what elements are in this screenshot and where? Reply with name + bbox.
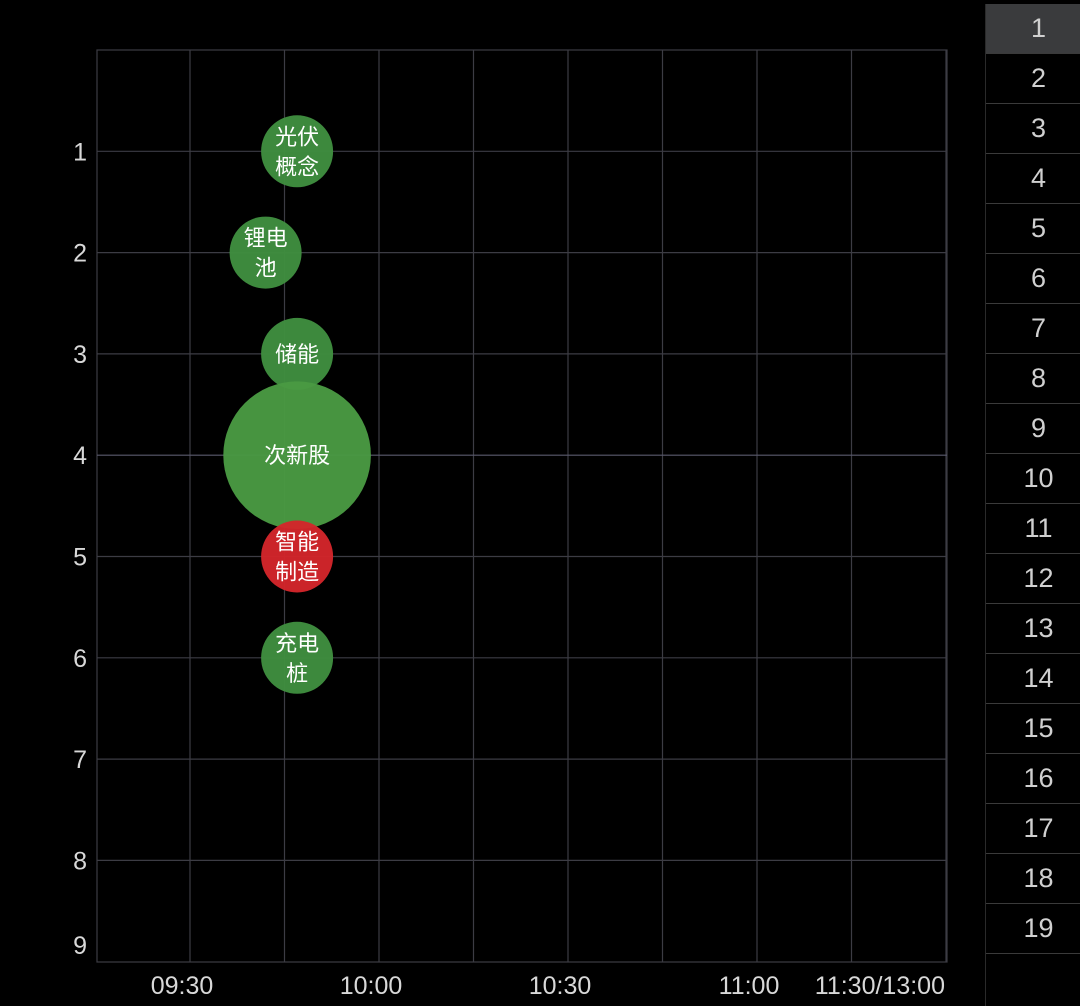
rank-row[interactable]: 7	[986, 304, 1080, 354]
y-tick-label: 1	[73, 138, 87, 166]
rank-number: 3	[1030, 113, 1047, 143]
rank-row[interactable]: 13	[986, 604, 1080, 654]
bubble-chart-svg: 1 2 3 4 5 6 7 8 9 09:30 10:00 10:30 11:00 11:30/13:00…	[73, 49, 948, 1000]
y-tick-label: 3	[73, 341, 87, 369]
rank-row[interactable]: 2	[986, 54, 1080, 104]
rank-number: 1	[1030, 13, 1047, 43]
rank-row[interactable]: 14	[986, 654, 1080, 704]
rank-row[interactable]: 9	[986, 404, 1080, 454]
x-tick-label: 10:30	[529, 972, 592, 1000]
rank-row[interactable]: 4	[986, 154, 1080, 204]
x-tick-label: 11:30/13:00	[815, 972, 945, 1000]
y-tick-label: 8	[73, 847, 87, 875]
rank-row[interactable]: 1	[986, 4, 1080, 54]
sector-bubble[interactable]: 智能制造	[261, 520, 334, 593]
rank-row[interactable]: 16	[986, 754, 1080, 804]
rank-number: 10	[1023, 463, 1054, 493]
plot-frame	[96, 49, 948, 963]
y-tick-label: 9	[73, 932, 87, 960]
rank-number: 6	[1030, 263, 1047, 293]
rank-number: 8	[1030, 363, 1047, 393]
sector-bubble[interactable]: 次新股	[223, 381, 371, 529]
rank-number: 12	[1023, 563, 1054, 593]
rank-number: 9	[1030, 413, 1047, 443]
app-root: 1 2 3 4 5 6 7 8 9 09:30 10:00 10:30 11:00 11:30/13:00…	[0, 0, 1080, 1006]
rank-row[interactable]: 6	[986, 254, 1080, 304]
bubble-label: 光伏	[275, 125, 319, 150]
y-tick-label: 2	[73, 240, 87, 268]
rank-row[interactable]: 18	[986, 854, 1080, 904]
rank-number: 11	[1024, 513, 1053, 543]
rank-row[interactable]: 11	[986, 504, 1080, 554]
y-tick-label: 7	[73, 746, 87, 774]
sector-bubble-chart[interactable]: 1 2 3 4 5 6 7 8 9 09:30 10:00 10:30 11:00 11:30/13:00…	[0, 0, 980, 1006]
bubble-label: 桩	[286, 662, 308, 687]
rank-number: 4	[1030, 163, 1047, 193]
bubble-label: 锂电	[244, 227, 288, 252]
rank-row[interactable]: 5	[986, 204, 1080, 254]
rank-number: 17	[1023, 813, 1054, 843]
rank-number: 14	[1023, 663, 1054, 693]
y-tick-label: 4	[73, 442, 87, 470]
rank-number: 7	[1030, 313, 1047, 343]
bubble-label: 智能	[275, 531, 319, 556]
rank-row[interactable]: 8	[986, 354, 1080, 404]
rank-row[interactable]: 3	[986, 104, 1080, 154]
x-tick-label: 09:30	[151, 972, 214, 1000]
bubble-label: 充电	[275, 632, 319, 657]
bubble-label: 概念	[275, 155, 319, 180]
rank-row[interactable]: 12	[986, 554, 1080, 604]
sector-bubble[interactable]: 锂电池	[229, 216, 302, 289]
rank-sidebar: 1 2 3 4 5 6 7 8 9 10 11 12 13 14 15 16 17 18 19	[985, 4, 1080, 1006]
rank-number: 13	[1023, 613, 1054, 643]
sector-bubble[interactable]: 充电桩	[261, 621, 334, 694]
bubble-label: 次新股	[264, 444, 330, 469]
sector-bubble[interactable]: 光伏概念	[261, 115, 334, 188]
x-tick-label: 11:00	[719, 972, 780, 1000]
rank-number: 15	[1023, 713, 1054, 743]
rank-number: 16	[1023, 763, 1054, 793]
rank-row[interactable]: 15	[986, 704, 1080, 754]
bubble-label: 制造	[275, 561, 319, 586]
x-tick-label: 10:00	[340, 972, 403, 1000]
rank-row[interactable]: 10	[986, 454, 1080, 504]
rank-number: 18	[1023, 863, 1054, 893]
rank-number: 19	[1023, 913, 1054, 943]
rank-row[interactable]: 17	[986, 804, 1080, 854]
bubble-label: 储能	[275, 343, 319, 368]
rank-number: 5	[1030, 213, 1047, 243]
y-tick-label: 5	[73, 544, 87, 572]
bubble-label: 池	[255, 257, 277, 282]
rank-number: 2	[1030, 63, 1047, 93]
sector-bubble[interactable]: 储能	[261, 317, 334, 390]
y-tick-label: 6	[73, 645, 87, 673]
rank-row[interactable]: 19	[986, 904, 1080, 954]
